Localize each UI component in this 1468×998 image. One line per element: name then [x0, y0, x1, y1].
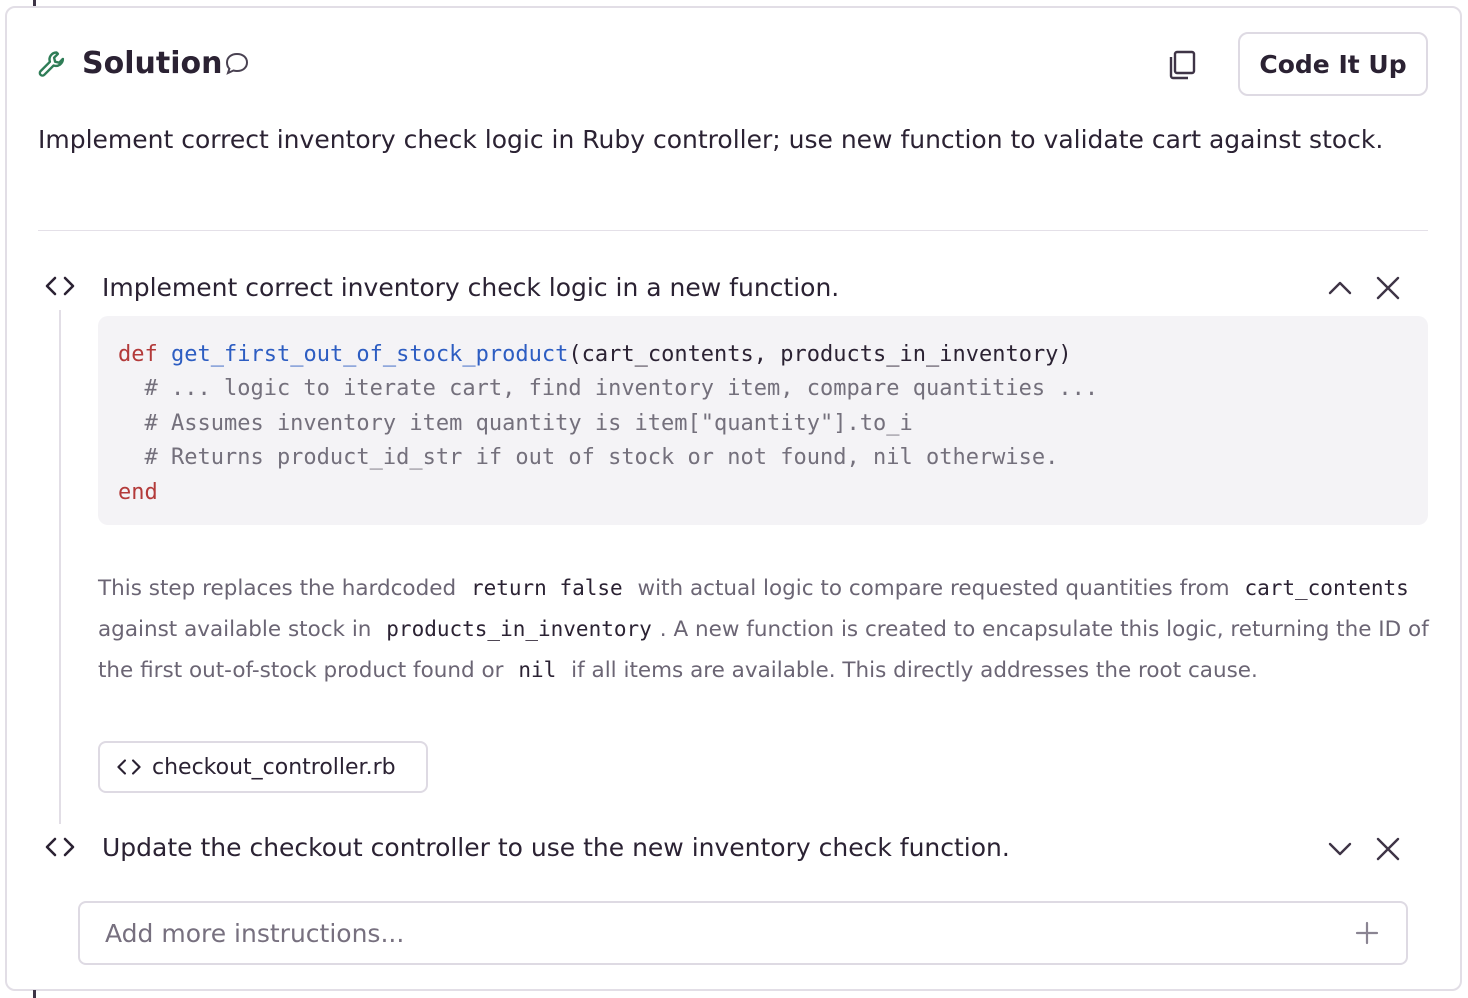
- code-block: def get_first_out_of_stock_product(cart_…: [98, 316, 1428, 525]
- file-chip[interactable]: checkout_controller.rb: [98, 741, 428, 793]
- solution-summary: Implement correct inventory check logic …: [38, 125, 1384, 154]
- inline-code: return false: [470, 576, 623, 600]
- chevron-down-icon[interactable]: [1325, 834, 1355, 864]
- section-title: Solution: [82, 46, 223, 81]
- step-2-title[interactable]: Update the checkout controller to use th…: [102, 831, 1010, 865]
- chat-bubble-icon[interactable]: [223, 50, 251, 78]
- code-function-name: get_first_out_of_stock_product: [171, 342, 569, 367]
- code-keyword-end: end: [118, 479, 158, 505]
- inline-code: cart_contents: [1244, 576, 1409, 600]
- code-comment: # Returns product_id_str if out of stock…: [118, 445, 1059, 471]
- explanation-text: with actual logic to compare requested q…: [637, 576, 1230, 601]
- chevron-up-icon[interactable]: [1325, 273, 1355, 303]
- plus-icon[interactable]: [1354, 920, 1380, 946]
- edge-tick-bottom: [33, 990, 36, 998]
- explanation-text: This step replaces the hardcoded: [98, 576, 457, 601]
- instructions-input[interactable]: [80, 903, 1406, 963]
- divider: [38, 230, 1428, 231]
- code-params: (cart_contents, products_in_inventory): [568, 342, 1072, 367]
- code-it-up-button[interactable]: Code It Up: [1238, 32, 1428, 96]
- explanation-text: if all items are available. This directl…: [571, 658, 1258, 683]
- instructions-input-wrapper: [78, 901, 1408, 965]
- close-icon[interactable]: [1373, 273, 1403, 303]
- inline-code: nil: [518, 658, 557, 682]
- step-1-title[interactable]: Implement correct inventory check logic …: [102, 271, 839, 305]
- wrench-icon: [38, 51, 65, 77]
- step-explanation: This step replaces the hardcoded return …: [98, 568, 1434, 691]
- code-brackets-icon: [117, 759, 141, 775]
- close-icon[interactable]: [1373, 834, 1403, 864]
- code-brackets-icon: [45, 837, 75, 857]
- code-comment: # ... logic to iterate cart, find invent…: [118, 376, 1099, 402]
- file-name: checkout_controller.rb: [152, 754, 396, 780]
- copy-icon[interactable]: [1162, 46, 1200, 84]
- code-brackets-icon: [45, 276, 75, 296]
- code-comment: # Assumes inventory item quantity is ite…: [118, 410, 913, 436]
- step-connector-line: [59, 310, 61, 824]
- explanation-text: against available stock in: [98, 617, 372, 642]
- code-keyword-def: def: [118, 342, 158, 367]
- inline-code: products_in_inventory: [386, 617, 652, 641]
